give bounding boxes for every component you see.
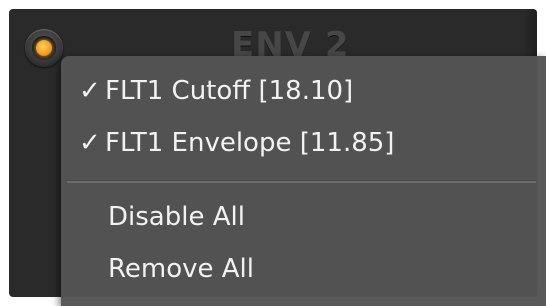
menu-item-disable-all[interactable]: Disable All (108, 202, 546, 232)
menu-item-flt1-envelope[interactable]: ✓ FLT1 Envelope [11.85] (79, 128, 546, 158)
menu-item-label: Remove All (108, 254, 255, 284)
menu-item-flt1-cutoff[interactable]: ✓ FLT1 Cutoff [18.10] (79, 76, 546, 106)
orange-led-icon (36, 40, 52, 56)
checkmark-icon: ✓ (79, 76, 101, 106)
menu-item-remove-all[interactable]: Remove All (108, 254, 546, 284)
menu-separator (67, 180, 536, 183)
menu-item-label: FLT1 Envelope [11.85] (105, 128, 395, 158)
context-menu: ✓ FLT1 Cutoff [18.10] ✓ FLT1 Envelope [11.… (61, 56, 546, 306)
checkmark-icon: ✓ (79, 128, 101, 158)
menu-item-label: FLT1 Cutoff [18.10] (105, 76, 354, 106)
menu-item-label: Disable All (108, 202, 245, 232)
modulation-led-button[interactable] (25, 29, 63, 67)
